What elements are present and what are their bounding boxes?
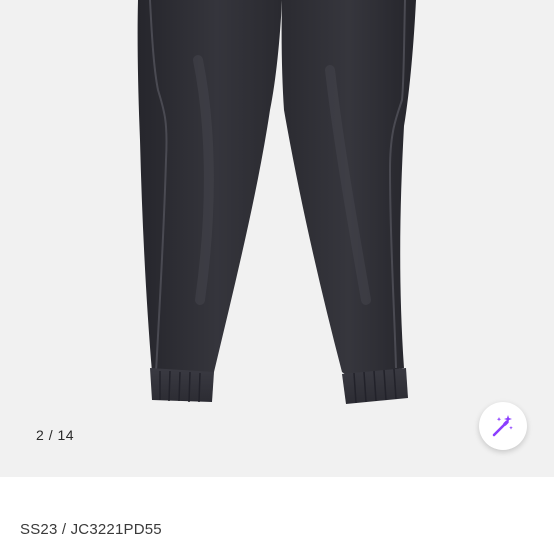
product-page: 2 / 14 SS23 / JC3221PD55 bbox=[0, 0, 554, 554]
magic-wand-icon bbox=[492, 415, 513, 437]
magic-edit-button[interactable] bbox=[479, 402, 527, 450]
page-indicator: 2 / 14 bbox=[36, 427, 74, 443]
product-info: SS23 / JC3221PD55 bbox=[0, 477, 554, 554]
current-page: 2 bbox=[36, 427, 45, 443]
image-gallery[interactable]: 2 / 14 bbox=[0, 0, 554, 477]
product-code: SS23 / JC3221PD55 bbox=[20, 521, 162, 538]
page-separator: / bbox=[48, 427, 54, 443]
product-image bbox=[137, 0, 416, 404]
total-pages: 14 bbox=[57, 427, 75, 443]
